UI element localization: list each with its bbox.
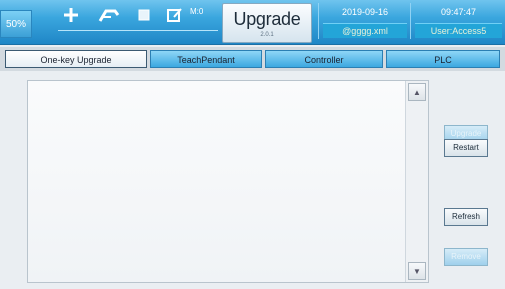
title-panel: Upgrade 2.0.1	[222, 3, 312, 43]
date-label: 2019-09-16	[341, 7, 389, 17]
time-user-cell: 09:47:47 User:Access5	[410, 3, 505, 39]
page-title: Upgrade	[233, 9, 301, 29]
toolbar-divider	[58, 30, 218, 31]
zoom-indicator[interactable]: 50%	[0, 10, 32, 38]
tab-bar: One-key Upgrade TeachPendant Controller …	[0, 47, 505, 71]
tab-controller[interactable]: Controller	[265, 50, 383, 68]
scroll-up-icon[interactable]: ▲	[408, 83, 426, 101]
time-label: 09:47:47	[440, 7, 477, 17]
top-status-bar: 50% M:0 Upgrade 2.0.1 2019-09-16 @gggg.x…	[0, 0, 505, 45]
file-label: @gggg.xml	[323, 23, 407, 38]
page-subtitle: 2.0.1	[260, 32, 274, 38]
tab-teachpendant[interactable]: TeachPendant	[150, 50, 262, 68]
remove-button[interactable]: Remove	[444, 248, 488, 266]
zoom-label: 50%	[5, 18, 26, 30]
scroll-down-icon[interactable]: ▼	[408, 262, 426, 280]
restart-button[interactable]: Restart	[444, 139, 488, 157]
edit-icon[interactable]	[164, 4, 186, 26]
user-label: User:Access5	[415, 23, 502, 38]
list-scrollbar[interactable]: ▲ ▼	[405, 81, 428, 282]
refresh-button[interactable]: Refresh	[444, 208, 488, 226]
upgrade-file-list[interactable]: ▲ ▼	[27, 80, 429, 283]
blank-square-icon[interactable]	[134, 4, 154, 26]
mode-label: M:0	[190, 7, 204, 16]
tab-plc[interactable]: PLC	[386, 50, 500, 68]
plus-icon[interactable]	[60, 4, 82, 26]
date-file-cell: 2019-09-16 @gggg.xml	[318, 3, 411, 39]
tab-one-key-upgrade[interactable]: One-key Upgrade	[5, 50, 147, 68]
robot-arm-icon[interactable]	[96, 4, 122, 26]
